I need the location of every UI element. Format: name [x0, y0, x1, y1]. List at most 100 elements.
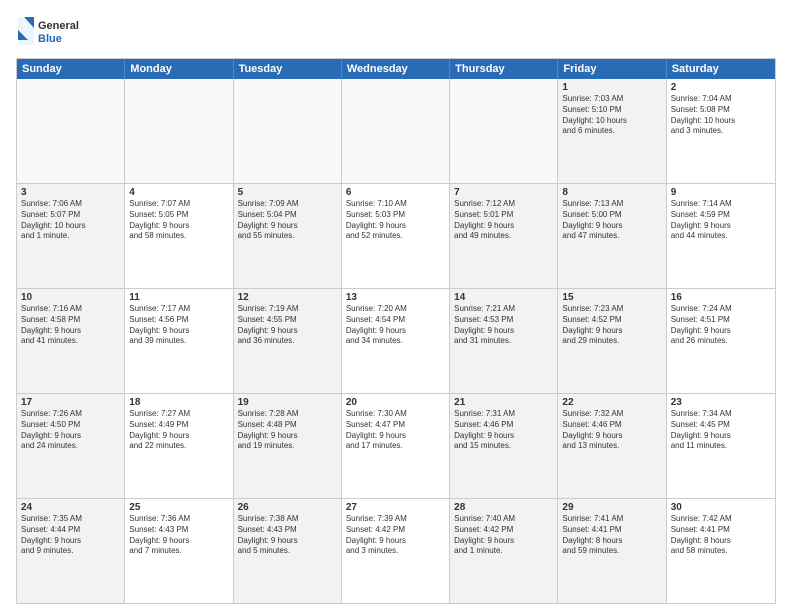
- cell-info: Sunrise: 7:07 AM Sunset: 5:05 PM Dayligh…: [129, 199, 228, 242]
- cell-info: Sunrise: 7:13 AM Sunset: 5:00 PM Dayligh…: [562, 199, 661, 242]
- calendar-row-0: 1Sunrise: 7:03 AM Sunset: 5:10 PM Daylig…: [17, 79, 775, 184]
- calendar-cell-3-1: 18Sunrise: 7:27 AM Sunset: 4:49 PM Dayli…: [125, 394, 233, 498]
- cell-info: Sunrise: 7:20 AM Sunset: 4:54 PM Dayligh…: [346, 304, 445, 347]
- day-number: 9: [671, 187, 771, 198]
- day-number: 13: [346, 292, 445, 303]
- calendar-cell-4-5: 29Sunrise: 7:41 AM Sunset: 4:41 PM Dayli…: [558, 499, 666, 603]
- day-number: 17: [21, 397, 120, 408]
- calendar-cell-2-5: 15Sunrise: 7:23 AM Sunset: 4:52 PM Dayli…: [558, 289, 666, 393]
- day-number: 28: [454, 502, 553, 513]
- calendar-cell-3-5: 22Sunrise: 7:32 AM Sunset: 4:46 PM Dayli…: [558, 394, 666, 498]
- day-number: 1: [562, 82, 661, 93]
- calendar-cell-0-5: 1Sunrise: 7:03 AM Sunset: 5:10 PM Daylig…: [558, 79, 666, 183]
- cell-info: Sunrise: 7:38 AM Sunset: 4:43 PM Dayligh…: [238, 514, 337, 557]
- day-number: 15: [562, 292, 661, 303]
- day-number: 14: [454, 292, 553, 303]
- day-number: 7: [454, 187, 553, 198]
- calendar-row-3: 17Sunrise: 7:26 AM Sunset: 4:50 PM Dayli…: [17, 394, 775, 499]
- cell-info: Sunrise: 7:23 AM Sunset: 4:52 PM Dayligh…: [562, 304, 661, 347]
- calendar-cell-4-6: 30Sunrise: 7:42 AM Sunset: 4:41 PM Dayli…: [667, 499, 775, 603]
- cell-info: Sunrise: 7:17 AM Sunset: 4:56 PM Dayligh…: [129, 304, 228, 347]
- calendar-cell-0-3: [342, 79, 450, 183]
- cell-info: Sunrise: 7:16 AM Sunset: 4:58 PM Dayligh…: [21, 304, 120, 347]
- cell-info: Sunrise: 7:04 AM Sunset: 5:08 PM Dayligh…: [671, 94, 771, 137]
- cell-info: Sunrise: 7:03 AM Sunset: 5:10 PM Dayligh…: [562, 94, 661, 137]
- calendar-body: 1Sunrise: 7:03 AM Sunset: 5:10 PM Daylig…: [17, 79, 775, 603]
- day-number: 5: [238, 187, 337, 198]
- calendar-cell-0-4: [450, 79, 558, 183]
- day-number: 16: [671, 292, 771, 303]
- cell-info: Sunrise: 7:32 AM Sunset: 4:46 PM Dayligh…: [562, 409, 661, 452]
- cell-info: Sunrise: 7:19 AM Sunset: 4:55 PM Dayligh…: [238, 304, 337, 347]
- header-day-thursday: Thursday: [450, 59, 558, 79]
- day-number: 30: [671, 502, 771, 513]
- header-day-friday: Friday: [558, 59, 666, 79]
- day-number: 26: [238, 502, 337, 513]
- logo: General Blue: [16, 12, 86, 52]
- day-number: 10: [21, 292, 120, 303]
- calendar-cell-2-4: 14Sunrise: 7:21 AM Sunset: 4:53 PM Dayli…: [450, 289, 558, 393]
- calendar-cell-0-2: [234, 79, 342, 183]
- day-number: 3: [21, 187, 120, 198]
- header-day-saturday: Saturday: [667, 59, 775, 79]
- cell-info: Sunrise: 7:24 AM Sunset: 4:51 PM Dayligh…: [671, 304, 771, 347]
- cell-info: Sunrise: 7:28 AM Sunset: 4:48 PM Dayligh…: [238, 409, 337, 452]
- svg-text:General: General: [38, 20, 79, 32]
- calendar-cell-1-5: 8Sunrise: 7:13 AM Sunset: 5:00 PM Daylig…: [558, 184, 666, 288]
- header-day-tuesday: Tuesday: [234, 59, 342, 79]
- calendar-cell-1-4: 7Sunrise: 7:12 AM Sunset: 5:01 PM Daylig…: [450, 184, 558, 288]
- cell-info: Sunrise: 7:31 AM Sunset: 4:46 PM Dayligh…: [454, 409, 553, 452]
- calendar-cell-2-6: 16Sunrise: 7:24 AM Sunset: 4:51 PM Dayli…: [667, 289, 775, 393]
- cell-info: Sunrise: 7:06 AM Sunset: 5:07 PM Dayligh…: [21, 199, 120, 242]
- calendar-cell-2-3: 13Sunrise: 7:20 AM Sunset: 4:54 PM Dayli…: [342, 289, 450, 393]
- calendar-cell-1-3: 6Sunrise: 7:10 AM Sunset: 5:03 PM Daylig…: [342, 184, 450, 288]
- header-day-wednesday: Wednesday: [342, 59, 450, 79]
- day-number: 22: [562, 397, 661, 408]
- cell-info: Sunrise: 7:14 AM Sunset: 4:59 PM Dayligh…: [671, 199, 771, 242]
- calendar-cell-4-1: 25Sunrise: 7:36 AM Sunset: 4:43 PM Dayli…: [125, 499, 233, 603]
- calendar-row-4: 24Sunrise: 7:35 AM Sunset: 4:44 PM Dayli…: [17, 499, 775, 603]
- day-number: 12: [238, 292, 337, 303]
- day-number: 23: [671, 397, 771, 408]
- calendar-cell-1-0: 3Sunrise: 7:06 AM Sunset: 5:07 PM Daylig…: [17, 184, 125, 288]
- cell-info: Sunrise: 7:12 AM Sunset: 5:01 PM Dayligh…: [454, 199, 553, 242]
- cell-info: Sunrise: 7:34 AM Sunset: 4:45 PM Dayligh…: [671, 409, 771, 452]
- day-number: 20: [346, 397, 445, 408]
- cell-info: Sunrise: 7:21 AM Sunset: 4:53 PM Dayligh…: [454, 304, 553, 347]
- calendar-row-2: 10Sunrise: 7:16 AM Sunset: 4:58 PM Dayli…: [17, 289, 775, 394]
- calendar-cell-3-4: 21Sunrise: 7:31 AM Sunset: 4:46 PM Dayli…: [450, 394, 558, 498]
- calendar-cell-3-2: 19Sunrise: 7:28 AM Sunset: 4:48 PM Dayli…: [234, 394, 342, 498]
- calendar-header: SundayMondayTuesdayWednesdayThursdayFrid…: [17, 59, 775, 79]
- day-number: 27: [346, 502, 445, 513]
- day-number: 2: [671, 82, 771, 93]
- day-number: 29: [562, 502, 661, 513]
- calendar-cell-3-0: 17Sunrise: 7:26 AM Sunset: 4:50 PM Dayli…: [17, 394, 125, 498]
- cell-info: Sunrise: 7:39 AM Sunset: 4:42 PM Dayligh…: [346, 514, 445, 557]
- day-number: 19: [238, 397, 337, 408]
- cell-info: Sunrise: 7:26 AM Sunset: 4:50 PM Dayligh…: [21, 409, 120, 452]
- header-day-sunday: Sunday: [17, 59, 125, 79]
- calendar-cell-4-0: 24Sunrise: 7:35 AM Sunset: 4:44 PM Dayli…: [17, 499, 125, 603]
- calendar-cell-2-2: 12Sunrise: 7:19 AM Sunset: 4:55 PM Dayli…: [234, 289, 342, 393]
- svg-text:Blue: Blue: [38, 33, 62, 45]
- calendar-cell-2-0: 10Sunrise: 7:16 AM Sunset: 4:58 PM Dayli…: [17, 289, 125, 393]
- calendar-cell-1-6: 9Sunrise: 7:14 AM Sunset: 4:59 PM Daylig…: [667, 184, 775, 288]
- calendar-cell-1-2: 5Sunrise: 7:09 AM Sunset: 5:04 PM Daylig…: [234, 184, 342, 288]
- calendar-cell-4-4: 28Sunrise: 7:40 AM Sunset: 4:42 PM Dayli…: [450, 499, 558, 603]
- calendar-cell-0-0: [17, 79, 125, 183]
- calendar: SundayMondayTuesdayWednesdayThursdayFrid…: [16, 58, 776, 604]
- day-number: 21: [454, 397, 553, 408]
- calendar-row-1: 3Sunrise: 7:06 AM Sunset: 5:07 PM Daylig…: [17, 184, 775, 289]
- cell-info: Sunrise: 7:41 AM Sunset: 4:41 PM Dayligh…: [562, 514, 661, 557]
- cell-info: Sunrise: 7:42 AM Sunset: 4:41 PM Dayligh…: [671, 514, 771, 557]
- day-number: 11: [129, 292, 228, 303]
- calendar-cell-2-1: 11Sunrise: 7:17 AM Sunset: 4:56 PM Dayli…: [125, 289, 233, 393]
- cell-info: Sunrise: 7:27 AM Sunset: 4:49 PM Dayligh…: [129, 409, 228, 452]
- logo-svg: General Blue: [16, 12, 86, 52]
- day-number: 25: [129, 502, 228, 513]
- calendar-cell-4-3: 27Sunrise: 7:39 AM Sunset: 4:42 PM Dayli…: [342, 499, 450, 603]
- calendar-cell-0-6: 2Sunrise: 7:04 AM Sunset: 5:08 PM Daylig…: [667, 79, 775, 183]
- cell-info: Sunrise: 7:09 AM Sunset: 5:04 PM Dayligh…: [238, 199, 337, 242]
- day-number: 24: [21, 502, 120, 513]
- day-number: 6: [346, 187, 445, 198]
